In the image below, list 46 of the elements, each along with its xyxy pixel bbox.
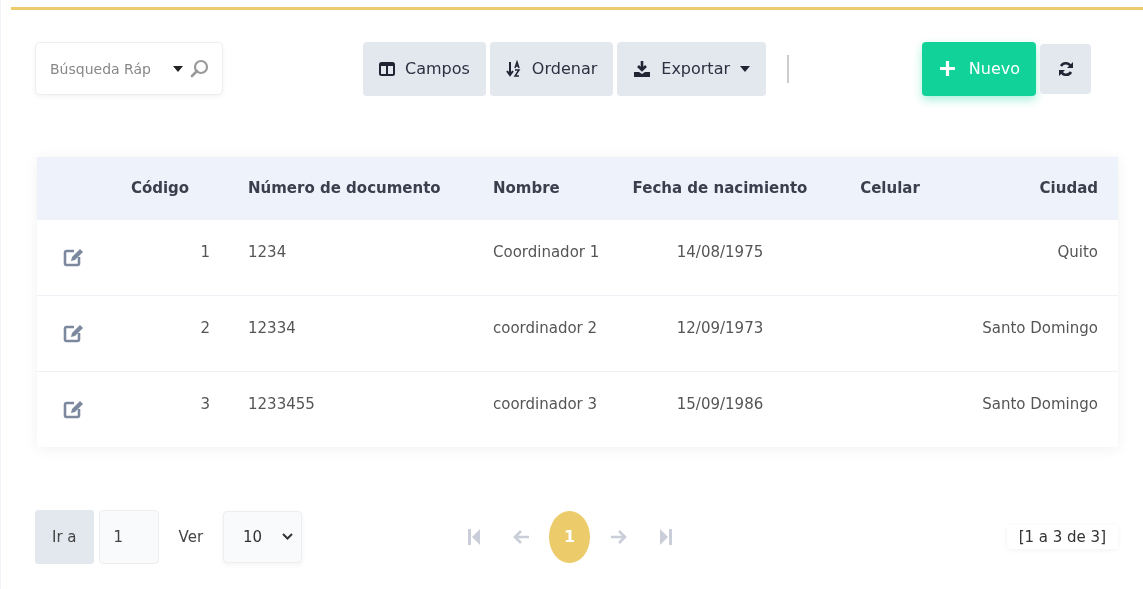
- table-cell: 2: [200, 319, 210, 337]
- arrow-left-icon: [511, 528, 530, 545]
- table-cell: 3: [200, 395, 210, 413]
- table-cell: 1: [200, 243, 210, 261]
- table-cell: 12/09/1973: [676, 319, 764, 337]
- plus-icon: [939, 61, 955, 76]
- table-cell: 14/08/1975: [676, 243, 764, 261]
- refresh-button[interactable]: [1040, 43, 1091, 94]
- sort-icon: [505, 59, 522, 78]
- column-header: Código: [130, 179, 190, 197]
- table-cell: 1234: [248, 243, 287, 261]
- column-header: Ciudad: [1039, 179, 1098, 197]
- table-cell: coordinador 3: [493, 395, 598, 413]
- export-button[interactable]: Exportar: [617, 41, 767, 96]
- refresh-icon: [1057, 60, 1074, 77]
- caret-icon: [740, 65, 751, 72]
- caret-icon: [173, 66, 183, 72]
- search-icon: [190, 59, 210, 79]
- table-cell: Coordinador 1: [493, 243, 600, 261]
- table-cell: 1233455: [248, 395, 315, 413]
- columns-button[interactable]: Campos: [363, 41, 486, 96]
- goto-label: Ir a: [35, 509, 94, 564]
- table-cell: 15/09/1986: [676, 395, 764, 413]
- page-input[interactable]: 1: [98, 509, 159, 564]
- table-cell: Quito: [1057, 243, 1098, 261]
- last-page-icon: [658, 527, 673, 546]
- columns-icon: [379, 61, 395, 76]
- sort-button[interactable]: Ordenar: [489, 41, 614, 96]
- edit-icon[interactable]: [63, 247, 84, 267]
- download-icon: [633, 59, 652, 78]
- edit-icon[interactable]: [63, 399, 84, 419]
- page-size-select[interactable]: 10: [223, 510, 303, 563]
- arrow-right-icon: [609, 528, 628, 545]
- chevron-down-icon: [282, 533, 294, 540]
- table-cell: 12334: [248, 319, 296, 337]
- column-header: Celular: [860, 179, 920, 197]
- column-header: Número de documento: [248, 179, 441, 197]
- search-field[interactable]: Búsqueda Ráp: [35, 42, 223, 95]
- column-header: Fecha de nacimiento: [632, 179, 808, 197]
- first-page-icon: [466, 527, 481, 546]
- edit-icon[interactable]: [63, 323, 84, 343]
- table-cell: Santo Domingo: [982, 395, 1098, 413]
- table-cell: coordinador 2: [493, 319, 598, 337]
- column-header: Nombre: [493, 179, 560, 197]
- record-count: [1 a 3 de 3]: [1006, 524, 1118, 549]
- table-cell: Santo Domingo: [982, 319, 1098, 337]
